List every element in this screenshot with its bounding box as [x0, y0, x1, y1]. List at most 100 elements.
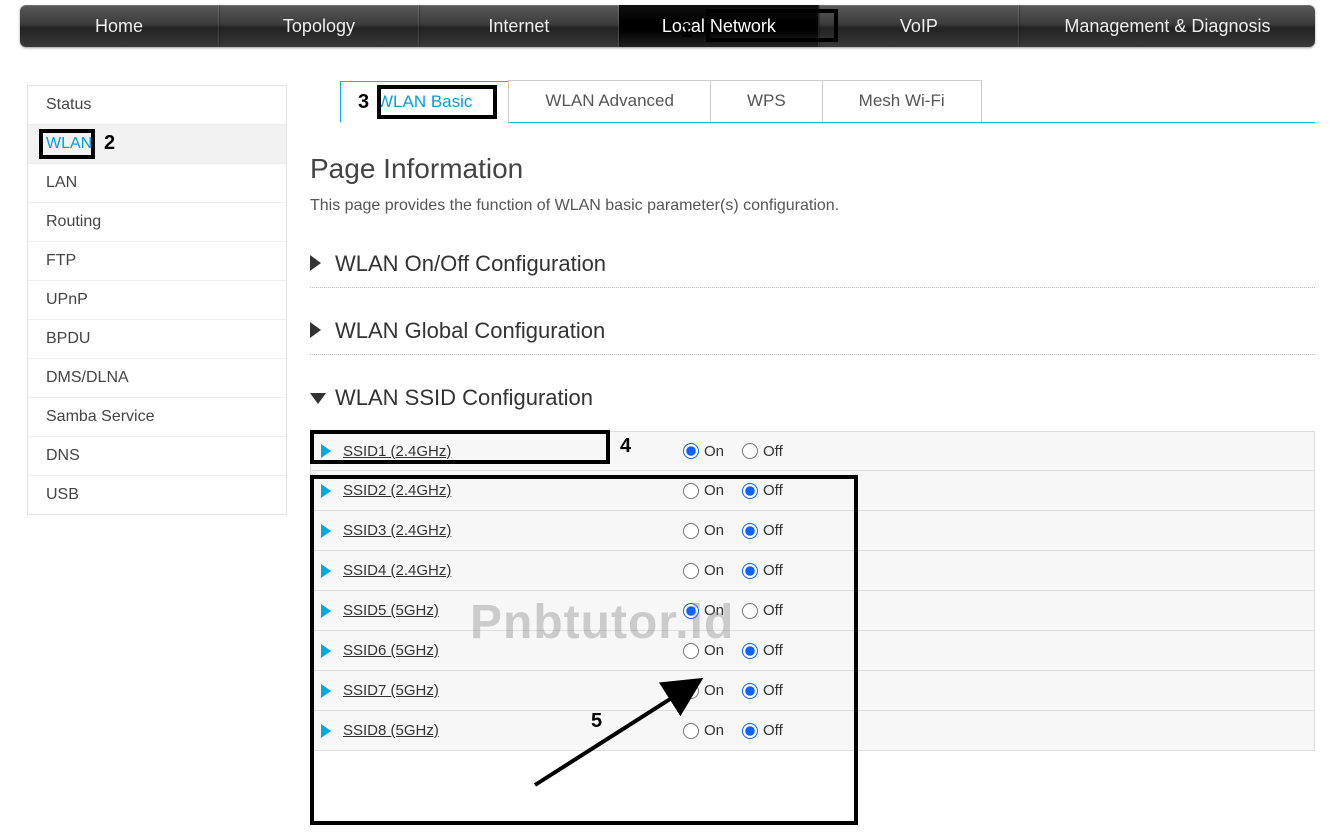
ssid-link[interactable]: SSID8 (5GHz) [343, 722, 683, 739]
tab-label: WLAN Basic [377, 92, 472, 111]
tab-wlan-basic[interactable]: WLAN Basic [340, 81, 509, 123]
ssid-onoff-group: On Off [683, 642, 795, 659]
ssid-list: SSID1 (2.4GHz)OnOffSSID2 (2.4GHz)OnOffSS… [310, 431, 1315, 751]
sidebar-item-usb[interactable]: USB [28, 476, 286, 514]
radio-on[interactable] [683, 683, 699, 699]
section-wlan-ssid[interactable]: WLAN SSID Configuration [310, 377, 1315, 421]
radio-off[interactable] [742, 723, 758, 739]
ssid-onoff-group: On Off [683, 482, 795, 499]
sidebar-item-lan[interactable]: LAN [28, 164, 286, 203]
ssid-link[interactable]: SSID3 (2.4GHz) [343, 522, 683, 539]
radio-off-label[interactable]: Off [742, 482, 783, 499]
sidebar-item-label: DMS/DLNA [46, 369, 129, 386]
caret-right-icon [321, 484, 331, 498]
radio-off-label[interactable]: Off [742, 682, 783, 699]
ssid-row: SSID3 (2.4GHz)On Off [310, 511, 1315, 551]
sidebar-item-label: FTP [46, 252, 76, 269]
nav-home[interactable]: Home [20, 5, 219, 47]
ssid-link[interactable]: SSID6 (5GHz) [343, 642, 683, 659]
sidebar-item-label: WLAN [46, 135, 92, 152]
radio-off-text: Off [763, 562, 783, 579]
radio-off[interactable] [742, 683, 758, 699]
radio-off-label[interactable]: Off [742, 602, 783, 619]
caret-right-icon [321, 684, 331, 698]
ssid-row: SSID6 (5GHz)On Off [310, 631, 1315, 671]
ssid-onoff-group: On Off [683, 682, 795, 699]
radio-off-label[interactable]: Off [742, 722, 783, 739]
sidebar-item-upnp[interactable]: UPnP [28, 281, 286, 320]
sidebar-item-ftp[interactable]: FTP [28, 242, 286, 281]
radio-on[interactable] [683, 563, 699, 579]
radio-off-text: Off [763, 602, 783, 619]
sidebar-item-dms-dlna[interactable]: DMS/DLNA [28, 359, 286, 398]
tab-label: WLAN Advanced [545, 91, 674, 110]
section-wlan-global[interactable]: WLAN Global Configuration [310, 310, 1315, 355]
sidebar-item-label: UPnP [46, 291, 88, 308]
nav-topology[interactable]: Topology [219, 5, 419, 47]
sidebar-item-bpdu[interactable]: BPDU [28, 320, 286, 359]
radio-off-label[interactable]: Off [742, 562, 783, 579]
radio-on-text: On [704, 562, 724, 579]
caret-right-icon [321, 444, 331, 458]
radio-on-label[interactable]: On [683, 642, 724, 659]
nav-internet[interactable]: Internet [419, 5, 619, 47]
nav-management-diagnosis[interactable]: Management & Diagnosis [1019, 5, 1315, 47]
sidebar-item-samba-service[interactable]: Samba Service [28, 398, 286, 437]
radio-on[interactable] [683, 723, 699, 739]
radio-on[interactable] [683, 443, 699, 459]
radio-off-label[interactable]: Off [742, 642, 783, 659]
sidebar-item-dns[interactable]: DNS [28, 437, 286, 476]
section-wlan-onoff[interactable]: WLAN On/Off Configuration [310, 243, 1315, 288]
ssid-link[interactable]: SSID2 (2.4GHz) [343, 482, 683, 499]
caret-right-icon [321, 644, 331, 658]
ssid-link[interactable]: SSID4 (2.4GHz) [343, 562, 683, 579]
caret-right-icon [321, 604, 331, 618]
radio-off[interactable] [742, 603, 758, 619]
radio-off[interactable] [742, 523, 758, 539]
sidebar-item-status[interactable]: Status [28, 86, 286, 125]
tab-mesh-wifi[interactable]: Mesh Wi-Fi [822, 80, 982, 122]
ssid-onoff-group: On Off [683, 443, 795, 460]
radio-on-label[interactable]: On [683, 522, 724, 539]
radio-on-text: On [704, 602, 724, 619]
radio-on-label[interactable]: On [683, 682, 724, 699]
radio-on[interactable] [683, 523, 699, 539]
nav-label: Home [95, 16, 143, 37]
radio-off-label[interactable]: Off [742, 443, 783, 460]
radio-off-text: Off [763, 642, 783, 659]
radio-on-label[interactable]: On [683, 443, 724, 460]
ssid-link[interactable]: SSID7 (5GHz) [343, 682, 683, 699]
radio-off[interactable] [742, 483, 758, 499]
ssid-row: SSID8 (5GHz)On Off [310, 711, 1315, 751]
ssid-row: SSID5 (5GHz) On Off [310, 591, 1315, 631]
tab-wps[interactable]: WPS [710, 80, 823, 122]
nav-label: VoIP [900, 16, 938, 37]
sidebar-item-routing[interactable]: Routing [28, 203, 286, 242]
ssid-onoff-group: On Off [683, 522, 795, 539]
radio-on-label[interactable]: On [683, 562, 724, 579]
radio-on[interactable] [683, 643, 699, 659]
radio-off[interactable] [742, 563, 758, 579]
sidebar-item-label: Routing [46, 213, 101, 230]
radio-on-label[interactable]: On [683, 482, 724, 499]
ssid-onoff-group: On Off [683, 722, 795, 739]
caret-right-icon [321, 524, 331, 538]
radio-off-text: Off [763, 522, 783, 539]
radio-off-label[interactable]: Off [742, 522, 783, 539]
nav-label: Topology [283, 16, 355, 37]
ssid-link[interactable]: SSID5 (5GHz) [343, 602, 683, 619]
radio-off-text: Off [763, 443, 783, 460]
tab-label: Mesh Wi-Fi [859, 91, 945, 110]
tab-wlan-advanced[interactable]: WLAN Advanced [508, 80, 711, 122]
radio-on[interactable] [683, 603, 699, 619]
nav-voip[interactable]: VoIP [819, 5, 1019, 47]
nav-local-network[interactable]: Local Network [619, 5, 819, 47]
ssid-link[interactable]: SSID1 (2.4GHz) [343, 443, 683, 460]
radio-on[interactable] [683, 483, 699, 499]
radio-off[interactable] [742, 643, 758, 659]
radio-on-label[interactable]: On [683, 602, 724, 619]
radio-on-label[interactable]: On [683, 722, 724, 739]
section-title: WLAN SSID Configuration [335, 385, 593, 410]
sidebar-item-wlan[interactable]: WLAN [28, 125, 286, 164]
radio-off[interactable] [742, 443, 758, 459]
